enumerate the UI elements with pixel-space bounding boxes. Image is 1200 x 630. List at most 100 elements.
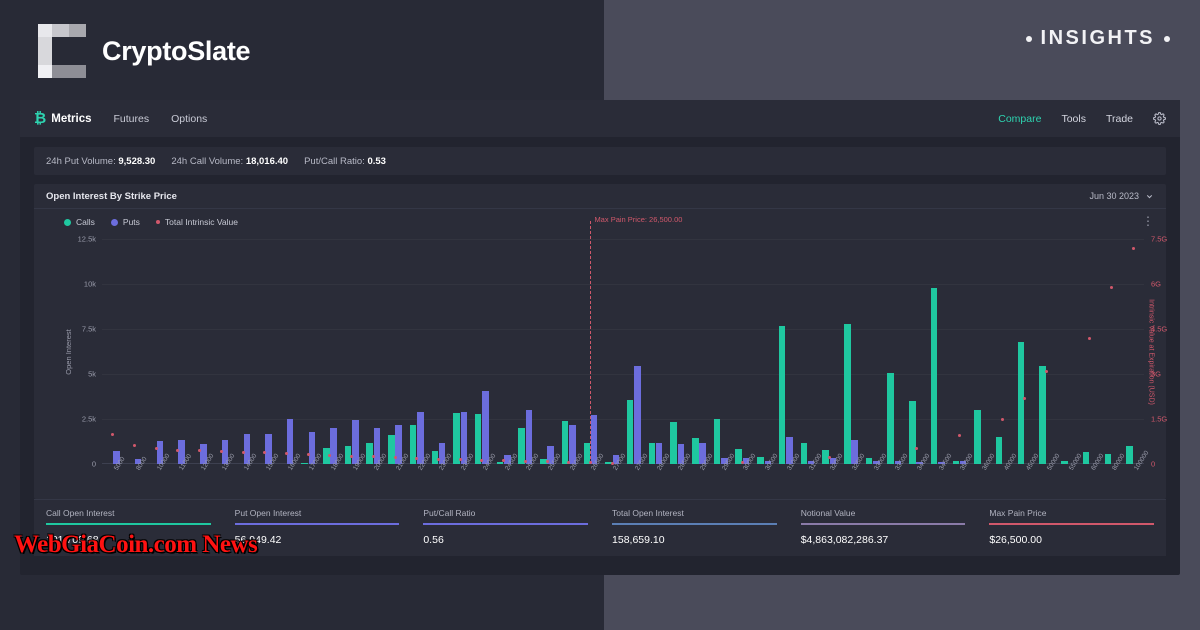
bar-puts[interactable] (634, 366, 641, 464)
bar-group[interactable] (471, 239, 493, 464)
bar-group[interactable] (276, 239, 298, 464)
bar-group[interactable] (384, 239, 406, 464)
intrinsic-value-point[interactable] (241, 451, 245, 455)
bar-group[interactable] (319, 239, 341, 464)
bar-calls[interactable] (366, 442, 373, 464)
bar-calls[interactable] (757, 456, 764, 464)
bar-group[interactable] (232, 239, 254, 464)
intrinsic-value-point[interactable] (306, 452, 310, 456)
bar-calls[interactable] (1061, 461, 1068, 464)
bar-group[interactable] (645, 239, 667, 464)
bar-group[interactable] (775, 239, 797, 464)
intrinsic-value-point[interactable] (393, 456, 397, 460)
bar-calls[interactable] (909, 401, 916, 464)
bar-calls[interactable] (800, 442, 808, 464)
bar-calls[interactable] (1017, 341, 1025, 464)
bar-group[interactable] (211, 239, 233, 464)
bar-group[interactable] (732, 239, 754, 464)
intrinsic-value-point[interactable] (154, 446, 158, 450)
bar-group[interactable] (254, 239, 276, 464)
intrinsic-value-point[interactable] (436, 458, 440, 461)
nav-item-options[interactable]: Options (171, 113, 207, 125)
bar-group[interactable] (297, 239, 319, 464)
intrinsic-value-point[interactable] (827, 456, 831, 460)
bar-group[interactable] (1035, 239, 1057, 464)
intrinsic-value-point[interactable] (1023, 396, 1027, 400)
bar-calls[interactable] (778, 326, 786, 464)
intrinsic-value-point[interactable] (458, 458, 462, 461)
bar-calls[interactable] (1082, 452, 1090, 464)
bar-calls[interactable] (995, 437, 1003, 464)
bar-puts[interactable] (482, 391, 489, 464)
bar-group[interactable] (688, 239, 710, 464)
bar-group[interactable] (623, 239, 645, 464)
bar-calls[interactable] (713, 419, 721, 464)
bar-calls[interactable] (388, 435, 395, 464)
bar-group[interactable] (884, 239, 906, 464)
bar-calls[interactable] (518, 427, 525, 464)
intrinsic-value-point[interactable] (957, 434, 961, 437)
intrinsic-value-point[interactable] (1088, 336, 1092, 340)
intrinsic-value-point[interactable] (523, 459, 527, 463)
bar-group[interactable] (167, 239, 189, 464)
bar-calls[interactable] (974, 410, 981, 464)
bar-group[interactable] (189, 239, 211, 464)
bar-calls[interactable] (453, 412, 460, 464)
bar-calls[interactable] (887, 373, 894, 464)
bar-calls[interactable] (474, 413, 482, 464)
date-selector[interactable]: Jun 30 2023 (1089, 191, 1154, 201)
nav-item-trade[interactable]: Trade (1106, 113, 1133, 125)
bar-group[interactable] (102, 239, 124, 464)
bar-calls[interactable] (1104, 454, 1112, 464)
bar-group[interactable] (862, 239, 884, 464)
bar-calls[interactable] (301, 462, 308, 464)
bar-group[interactable] (905, 239, 927, 464)
bar-group[interactable] (558, 239, 580, 464)
bar-group[interactable] (493, 239, 515, 464)
bar-group[interactable] (601, 239, 623, 464)
intrinsic-value-point[interactable] (1044, 369, 1048, 373)
bar-calls[interactable] (496, 461, 504, 464)
bar-group[interactable] (1122, 239, 1144, 464)
bar-group[interactable] (666, 239, 688, 464)
intrinsic-value-point[interactable] (285, 452, 289, 455)
bar-group[interactable] (797, 239, 819, 464)
intrinsic-value-point[interactable] (914, 446, 918, 450)
intrinsic-value-point[interactable] (545, 459, 549, 463)
bar-group[interactable] (840, 239, 862, 464)
bar-group[interactable] (818, 239, 840, 464)
bar-calls[interactable] (844, 323, 851, 464)
bar-group[interactable] (1014, 239, 1036, 464)
nav-item-tools[interactable]: Tools (1061, 113, 1086, 125)
bar-group[interactable] (536, 239, 558, 464)
intrinsic-value-point[interactable] (133, 443, 137, 447)
intrinsic-value-point[interactable] (350, 454, 354, 458)
bar-calls[interactable] (692, 438, 699, 464)
legend-item-intrinsic[interactable]: Total Intrinsic Value (155, 217, 238, 227)
bar-calls[interactable] (952, 461, 960, 464)
bar-group[interactable] (710, 239, 732, 464)
bar-group[interactable] (1079, 239, 1101, 464)
intrinsic-value-point[interactable] (740, 460, 744, 464)
kebab-menu-icon[interactable]: ⋮ (1142, 215, 1154, 227)
bar-group[interactable] (992, 239, 1014, 464)
bar-group[interactable] (1057, 239, 1079, 464)
intrinsic-value-point[interactable] (1109, 285, 1113, 289)
bar-calls[interactable] (930, 287, 938, 464)
intrinsic-value-point[interactable] (1131, 246, 1135, 250)
nav-item-compare[interactable]: Compare (998, 113, 1041, 125)
bar-group[interactable] (428, 239, 450, 464)
bar-group[interactable] (1101, 239, 1123, 464)
bar-calls[interactable] (670, 422, 677, 464)
gear-icon[interactable] (1153, 112, 1166, 125)
legend-item-puts[interactable]: Puts (110, 217, 140, 227)
bar-group[interactable] (341, 239, 363, 464)
bar-group[interactable] (449, 239, 471, 464)
nav-item-futures[interactable]: Futures (114, 113, 150, 125)
bar-calls[interactable] (1039, 366, 1046, 464)
bar-group[interactable] (406, 239, 428, 464)
bar-group[interactable] (970, 239, 992, 464)
bar-group[interactable] (927, 239, 949, 464)
bar-group[interactable] (363, 239, 385, 464)
bar-group[interactable] (124, 239, 146, 464)
